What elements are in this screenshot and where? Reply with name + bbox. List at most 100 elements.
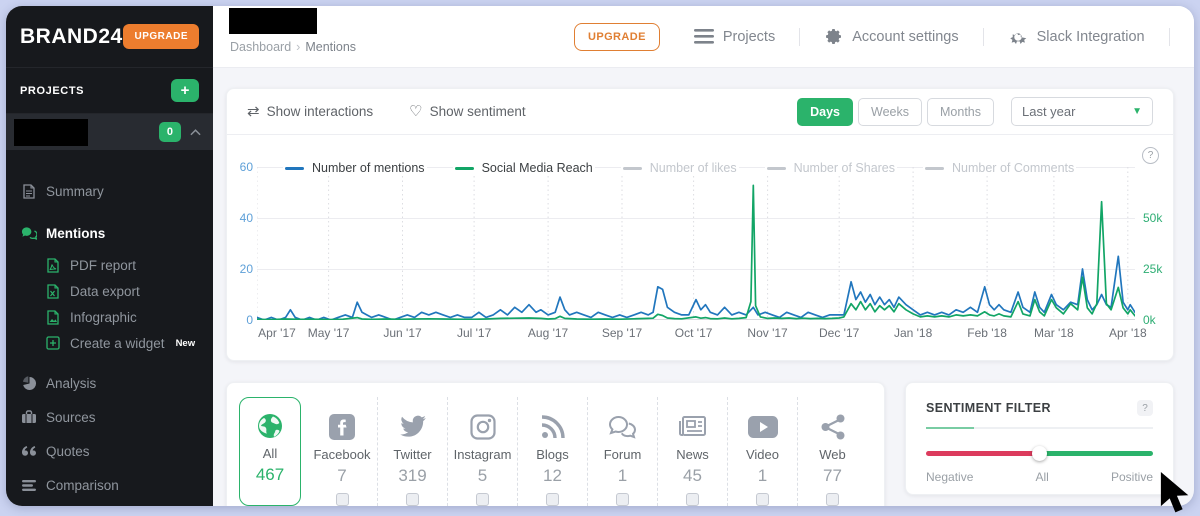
period-weeks-button[interactable]: Weeks <box>858 98 922 126</box>
add-project-button[interactable]: + <box>171 79 199 102</box>
facebook-icon <box>329 412 355 442</box>
source-filter-all[interactable]: All467 <box>239 397 301 506</box>
sentiment-slider-handle[interactable] <box>1032 446 1047 461</box>
x-axis-label: Jul '17 <box>457 326 491 340</box>
source-checkbox[interactable] <box>546 493 559 506</box>
legend-number-of-likes[interactable]: Number of likes <box>621 161 739 175</box>
sidebar-upgrade-button[interactable]: UPGRADE <box>123 24 199 49</box>
quotes-icon <box>21 443 37 459</box>
source-checkbox[interactable] <box>336 493 349 506</box>
source-checkbox[interactable] <box>686 493 699 506</box>
mouse-cursor <box>1158 472 1200 516</box>
sentiment-slider[interactable] <box>926 446 1153 461</box>
sidebar-item-label: Quotes <box>46 444 90 459</box>
sidebar-item-mentions[interactable]: Mentions <box>6 216 213 250</box>
y-left-tick: 60 <box>227 160 253 174</box>
chat-bubbles-icon <box>21 225 37 241</box>
legend-dash <box>925 167 944 170</box>
chart-body: ? Number of mentionsSocial Media ReachNu… <box>227 135 1173 360</box>
pie-chart-icon <box>21 375 37 391</box>
source-checkbox[interactable] <box>756 493 769 506</box>
topbar-nav: Projects Account settings Slack Integratio… <box>694 24 1194 50</box>
source-filter-web[interactable]: Web77 <box>797 397 867 506</box>
share-icon <box>821 412 845 442</box>
sidebar-item-comparison[interactable]: Comparison <box>6 468 213 502</box>
sidebar-item-label: Create a widget <box>70 336 165 351</box>
instagram-icon <box>470 412 496 442</box>
chevron-down-icon: ▼ <box>1132 106 1142 117</box>
sentiment-filter-title: SENTIMENT FILTER <box>926 401 1051 415</box>
nav-item-projects[interactable]: Projects <box>694 29 775 45</box>
sentiment-help-icon[interactable]: ? <box>1137 400 1153 416</box>
page-title-redacted <box>229 8 317 34</box>
sidebar-item-infographic[interactable]: Infographic <box>6 304 213 330</box>
source-filter-forum[interactable]: Forum1 <box>587 397 657 506</box>
legend-dash <box>455 167 474 170</box>
x-axis-label: Dec '17 <box>819 326 859 340</box>
source-filter-instagram[interactable]: Instagram5 <box>447 397 517 506</box>
period-months-button[interactable]: Months <box>927 98 994 126</box>
legend-social-media-reach[interactable]: Social Media Reach <box>453 161 595 175</box>
sidebar-item-pdf-report[interactable]: PDF report <box>6 252 213 278</box>
y-left-tick: 20 <box>227 262 253 276</box>
y-right-tick: 50k <box>1143 211 1162 225</box>
chart-legend: Number of mentions Social Media Reach Numb… <box>283 161 1076 175</box>
sidebar-item-data-export[interactable]: Data export <box>6 278 213 304</box>
breadcrumb-separator: › <box>296 40 300 54</box>
nav-item-account-settings[interactable]: Account settings <box>824 27 958 46</box>
breadcrumb-mentions: Mentions <box>305 40 356 54</box>
sidebar-item-create-a-widget[interactable]: Create a widgetNew <box>6 330 213 356</box>
date-range-select[interactable]: Last year ▼ <box>1011 97 1153 126</box>
legend-number-of-mentions[interactable]: Number of mentions <box>283 161 427 175</box>
topbar-upgrade-button[interactable]: UPGRADE <box>574 23 660 51</box>
x-axis-label: Nov '17 <box>747 326 787 340</box>
period-days-button[interactable]: Days <box>797 98 853 126</box>
x-axis-label: Mar '18 <box>1034 326 1074 340</box>
sidebar-item-label: Data export <box>70 284 140 299</box>
source-filter-blogs[interactable]: Blogs12 <box>517 397 587 506</box>
sidebar-item-sources[interactable]: Sources <box>6 400 213 434</box>
source-filter-facebook[interactable]: Facebook7 <box>307 397 377 506</box>
comparison-icon <box>21 477 37 493</box>
source-label: Forum <box>604 447 642 462</box>
breadcrumb-dashboard[interactable]: Dashboard <box>230 40 291 54</box>
source-count: 1 <box>758 466 767 486</box>
video-icon <box>748 412 778 442</box>
mentions-reach-line-chart[interactable] <box>257 167 1135 320</box>
legend-number-of-comments[interactable]: Number of Comments <box>923 161 1076 175</box>
sidebar-item-analysis[interactable]: Analysis <box>6 366 213 400</box>
source-checkbox[interactable] <box>476 493 489 506</box>
sentiment-filter-card: SENTIMENT FILTER ? Negative All Positive <box>905 382 1174 495</box>
sentiment-slider-positive-track[interactable] <box>1040 451 1154 456</box>
project-row[interactable]: 0 <box>6 114 213 150</box>
sentiment-slider-negative-track[interactable] <box>926 451 1040 456</box>
sources-row: All467Facebook7Twitter319Instagram5Blogs… <box>239 397 872 506</box>
source-count: 45 <box>683 466 702 486</box>
sidebar-item-summary[interactable]: Summary <box>6 174 213 208</box>
hamburger-icon <box>694 29 714 44</box>
project-count-badge: 0 <box>159 122 181 142</box>
source-count: 12 <box>543 466 562 486</box>
heart-icon: ♡ <box>409 104 422 119</box>
sentiment-label-positive: Positive <box>1111 470 1153 484</box>
chart-help-icon[interactable]: ? <box>1142 147 1159 164</box>
source-filter-news[interactable]: News45 <box>657 397 727 506</box>
forum-icon <box>608 412 638 442</box>
cog-icon <box>1008 27 1028 47</box>
sentiment-divider <box>926 427 1153 429</box>
source-checkbox[interactable] <box>406 493 419 506</box>
legend-number-of-shares[interactable]: Number of Shares <box>765 161 897 175</box>
image-file-icon <box>45 309 61 325</box>
chevron-up-icon[interactable] <box>190 129 201 136</box>
source-filter-video[interactable]: Video1 <box>727 397 797 506</box>
source-checkbox[interactable] <box>826 493 839 506</box>
source-count: 77 <box>823 466 842 486</box>
nav-item-slack-integration[interactable]: Slack Integration <box>1008 27 1145 47</box>
show-interactions-toggle[interactable]: ⇄ Show interactions <box>247 104 373 119</box>
show-sentiment-toggle[interactable]: ♡ Show sentiment <box>409 104 526 119</box>
source-checkbox[interactable] <box>616 493 629 506</box>
x-axis-label: Jan '18 <box>894 326 932 340</box>
source-filter-twitter[interactable]: Twitter319 <box>377 397 447 506</box>
sidebar-item-quotes[interactable]: Quotes <box>6 434 213 468</box>
sidebar-item-label: Summary <box>46 184 104 199</box>
